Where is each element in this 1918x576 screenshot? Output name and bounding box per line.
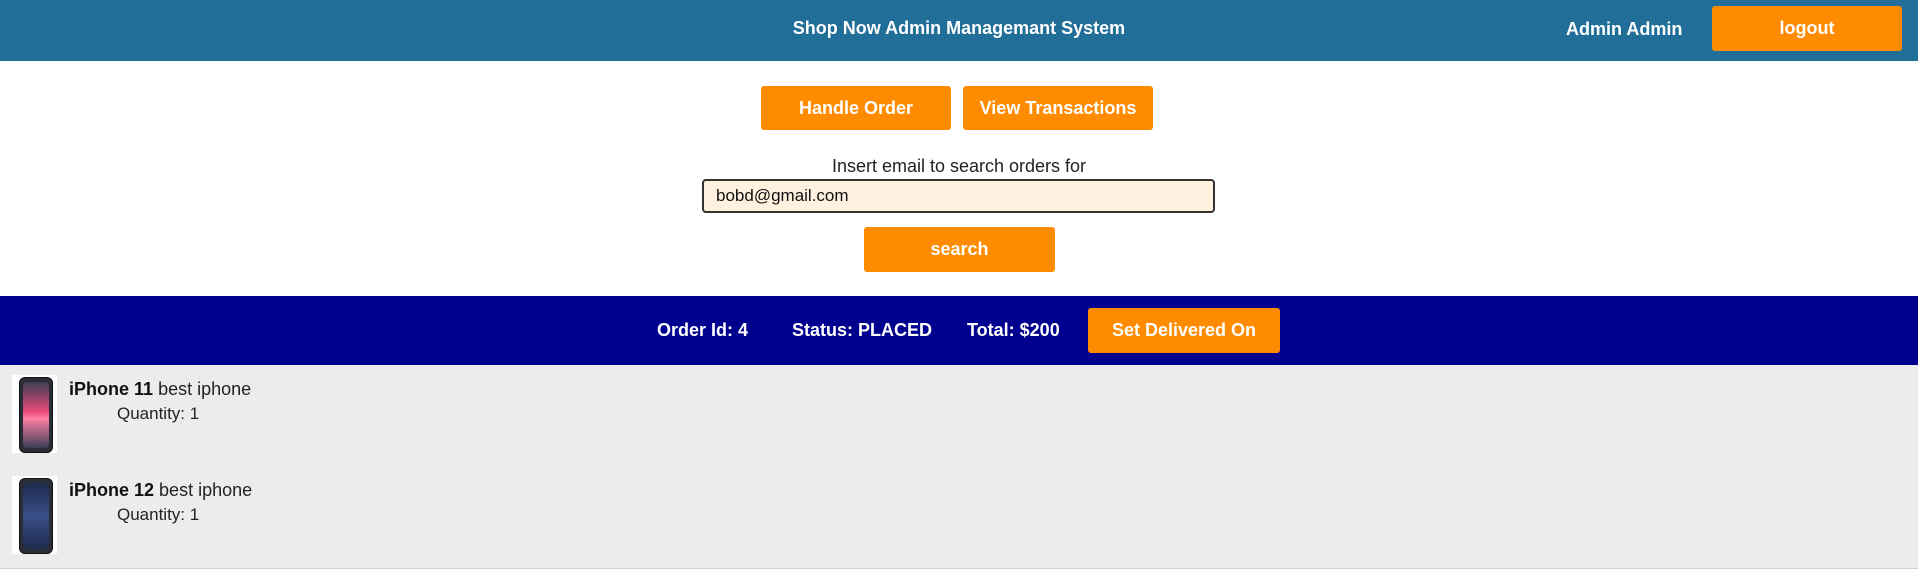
phone-image	[19, 478, 53, 554]
user-name: Admin Admin	[1566, 19, 1683, 39]
search-label: Insert email to search orders for	[831, 156, 1087, 176]
product-name: iPhone 11	[69, 379, 154, 399]
top-navbar: Shop Now Admin Managemant System Admin A…	[0, 0, 1918, 61]
order-status: Status: PLACED	[792, 320, 933, 340]
product-name: iPhone 12	[69, 480, 155, 500]
order-items-list: iPhone 11 best iphone Quantity: 1 iPhone…	[0, 365, 1918, 569]
set-delivered-button[interactable]: Set Delivered On	[1088, 308, 1280, 353]
product-description: best iphone	[158, 379, 252, 399]
order-id: Order Id: 4	[657, 320, 749, 340]
logout-button[interactable]: logout	[1712, 6, 1902, 51]
product-description: best iphone	[159, 480, 253, 500]
product-quantity: Quantity: 1	[117, 505, 200, 524]
order-header: Order Id: 4 Status: PLACED Total: $200 S…	[0, 296, 1918, 365]
search-button[interactable]: search	[864, 227, 1055, 272]
handle-order-button[interactable]: Handle Order	[761, 86, 951, 130]
product-image	[12, 476, 57, 554]
product-image	[12, 375, 57, 453]
list-item: iPhone 11 best iphone Quantity: 1	[0, 365, 600, 455]
email-search-input[interactable]	[702, 179, 1215, 213]
product-quantity: Quantity: 1	[117, 404, 200, 423]
view-transactions-button[interactable]: View Transactions	[963, 86, 1153, 130]
phone-image	[19, 377, 53, 453]
order-total: Total: $200	[967, 320, 1060, 340]
list-item: iPhone 12 best iphone Quantity: 1	[0, 466, 600, 556]
